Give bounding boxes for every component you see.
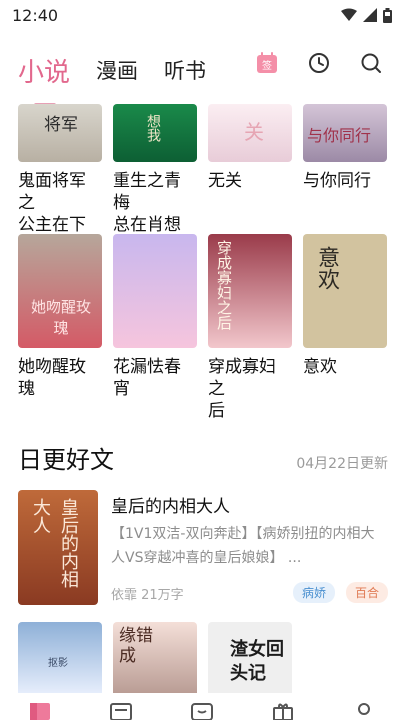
book-cover: 与你同行: [303, 104, 387, 162]
cover-title-art: 缘错成: [119, 626, 153, 666]
book-card[interactable]: 她吻醒玫瑰 她吻醒玫瑰: [18, 234, 102, 422]
search-icon: [361, 53, 381, 73]
search-button[interactable]: [358, 50, 384, 76]
history-button[interactable]: [306, 50, 332, 76]
cover-title-art: 她吻醒玫瑰: [30, 298, 91, 337]
book-card[interactable]: 意欢 意欢: [303, 234, 387, 422]
book-title-line: 公主在下: [18, 215, 86, 235]
genre-tag[interactable]: 百合: [346, 582, 388, 603]
book-card[interactable]: 花漏怯春宵: [113, 234, 197, 422]
featured-book-description: 【1V1双洁-双向奔赴】【病娇别扭的内相大人VS穿越冲喜的皇后娘娘】 ...: [111, 526, 375, 566]
update-date: 04月22日更新: [296, 456, 388, 472]
gift-icon: [272, 703, 293, 720]
nav-bookstore[interactable]: [20, 693, 60, 720]
book-title-line: 她吻醒玫瑰: [18, 357, 86, 399]
book-grid-row: 抠影 缘错成 渣女回头记: [18, 622, 292, 693]
cover-title-art: 穿成寡妇之后: [215, 240, 233, 330]
content-scroll[interactable]: 将军 鬼面将军之 公主在下 想我 重生之青梅 总在肖想我 关 无关: [0, 100, 404, 693]
book-title-line: 无关: [208, 171, 242, 191]
tab-novel[interactable]: 小说: [18, 52, 70, 107]
tab-comic[interactable]: 漫画: [96, 55, 138, 85]
cover-title-art: 想我: [145, 114, 161, 142]
book-title-line: 穿成寡妇之: [208, 357, 276, 399]
status-icons: [341, 7, 392, 23]
book-grid-row: 她吻醒玫瑰 她吻醒玫瑰 花漏怯春宵 穿成寡妇之后 穿成寡妇之 后 意欢 意欢: [18, 234, 387, 422]
book-cover: 意欢: [303, 234, 387, 348]
battery-icon: [383, 7, 392, 23]
featured-book-author-words: 依霏 21万字: [111, 588, 184, 603]
cover-title-art: 渣女回头记: [230, 639, 284, 684]
book-title: 与你同行: [303, 170, 387, 192]
book-title: 她吻醒玫瑰: [18, 356, 102, 400]
book-cover[interactable]: 缘错成: [113, 622, 197, 693]
book-title-line: 后: [208, 401, 225, 421]
top-actions: 签: [254, 50, 384, 76]
section-title: 日更好文: [18, 446, 114, 474]
checkin-calendar-button[interactable]: 签: [254, 50, 280, 76]
nav-welfare[interactable]: [263, 693, 303, 720]
book-title: 穿成寡妇之 后: [208, 356, 292, 422]
calendar-badge-text: 签: [262, 59, 272, 72]
book-cover: 她吻醒玫瑰: [18, 234, 102, 348]
wifi-icon: [341, 8, 357, 21]
calendar-icon: 签: [257, 52, 277, 73]
book-title-line: 意欢: [303, 357, 337, 377]
nav-community[interactable]: [182, 693, 222, 720]
book-cover: [113, 234, 197, 348]
cover-title-art: 抠影: [48, 658, 68, 669]
clock-icon: [309, 53, 329, 73]
book-title-line: 重生之青梅: [113, 171, 181, 213]
book-title-line: 与你同行: [303, 171, 371, 191]
chat-icon: [190, 703, 213, 720]
book-title: 无关: [208, 170, 292, 192]
bookshelf-icon: [110, 703, 133, 720]
nav-bookshelf[interactable]: [101, 693, 141, 720]
bottom-nav: [0, 693, 404, 720]
book-cover: 穿成寡妇之后: [208, 234, 292, 348]
book-card[interactable]: 穿成寡妇之后 穿成寡妇之 后: [208, 234, 292, 422]
status-time: 12:40: [12, 5, 59, 25]
book-cover[interactable]: 抠影: [18, 622, 102, 693]
featured-book-cover: 皇后的内相大人: [18, 490, 98, 605]
tab-audiobook[interactable]: 听书: [164, 55, 206, 85]
book-icon: [30, 703, 51, 720]
genre-tag[interactable]: 病娇: [293, 582, 336, 603]
book-cover: 想我: [113, 104, 197, 162]
featured-book-card[interactable]: 皇后的内相大人 皇后的内相大人 【1V1双洁-双向奔赴】【病娇别扭的内相大人VS…: [18, 490, 388, 605]
book-title: 花漏怯春宵: [113, 356, 197, 400]
book-cover: 关: [208, 104, 292, 162]
status-bar: 12:40: [0, 0, 404, 30]
cover-title-art: 与你同行: [307, 126, 372, 145]
user-icon: [357, 703, 370, 715]
cover-title-art: 意欢: [314, 246, 339, 290]
book-cover[interactable]: 渣女回头记: [208, 622, 292, 693]
book-title: 鬼面将军之 公主在下: [18, 170, 102, 236]
signal-icon: [363, 8, 377, 22]
book-cover: 将军: [18, 104, 102, 162]
featured-book-title: 皇后的内相大人: [111, 497, 230, 517]
daily-section-header: 日更好文 04月22日更新: [18, 440, 388, 475]
cover-title-art: 关: [244, 120, 264, 144]
nav-profile[interactable]: [344, 693, 384, 720]
cover-title-art: 将军: [44, 115, 78, 135]
cover-title-art: 皇后的内相大人: [30, 498, 79, 588]
book-title-line: 花漏怯春宵: [113, 357, 181, 399]
book-title-line: 鬼面将军之: [18, 171, 86, 213]
book-title: 意欢: [303, 356, 387, 378]
